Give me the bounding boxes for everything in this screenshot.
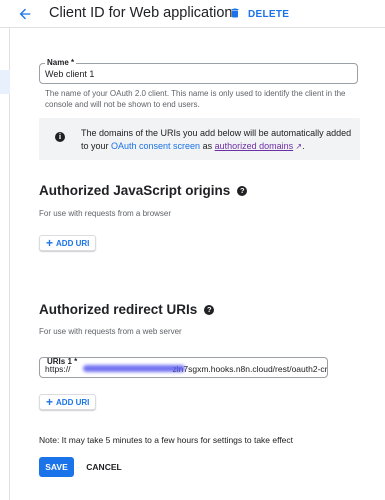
uri-prefix: https:// bbox=[45, 364, 71, 374]
name-input[interactable] bbox=[45, 69, 353, 79]
header: Client ID for Web application DELETE bbox=[0, 0, 385, 28]
redirect-uri-field[interactable]: URIs 1 * https://zln7sgxm.hooks.n8n.clou… bbox=[39, 357, 328, 378]
save-button[interactable]: SAVE bbox=[39, 457, 74, 477]
uri-suffix: zln7sgxm.hooks.n8n.cloud/rest/oauth2-cre… bbox=[172, 364, 328, 374]
sidebar-active-item[interactable] bbox=[0, 70, 10, 94]
settings-note: Note: It may take 5 minutes to a few hou… bbox=[39, 435, 294, 445]
plus-icon: + bbox=[46, 395, 54, 409]
info-icon: i bbox=[55, 132, 65, 142]
authorized-domains-link[interactable]: authorized domains bbox=[215, 141, 294, 151]
help-icon[interactable]: ? bbox=[204, 304, 215, 315]
add-redirect-uri-button[interactable]: + ADD URI bbox=[39, 394, 97, 410]
arrow-back-icon[interactable] bbox=[17, 6, 33, 22]
page-title: Client ID for Web application bbox=[49, 5, 233, 21]
delete-button[interactable]: DELETE bbox=[229, 4, 289, 24]
banner-text-after: . bbox=[302, 141, 305, 151]
redaction-scribble bbox=[83, 365, 185, 372]
name-helper-text: The name of your OAuth 2.0 client. This … bbox=[45, 89, 346, 109]
page: Client ID for Web application DELETE Nam… bbox=[0, 0, 385, 500]
name-field: Name * bbox=[39, 58, 358, 84]
redirect-uris-title: Authorized redirect URIs bbox=[39, 302, 198, 317]
js-origins-title-row: Authorized JavaScript origins ? bbox=[39, 183, 248, 198]
oauth-consent-screen-link[interactable]: OAuth consent screen bbox=[111, 141, 200, 151]
info-banner: i The domains of the URIs you add below … bbox=[39, 118, 360, 160]
sidebar bbox=[0, 28, 10, 500]
external-link-icon: ↗ bbox=[293, 142, 303, 151]
add-redirect-uri-label: ADD URI bbox=[56, 397, 90, 407]
help-icon[interactable]: ? bbox=[237, 185, 248, 196]
js-origins-subtitle: For use with requests from a browser bbox=[39, 209, 172, 218]
name-field-label: Name * bbox=[45, 58, 77, 67]
delete-label: DELETE bbox=[248, 8, 290, 20]
banner-text: The domains of the URIs you add below wi… bbox=[81, 127, 357, 153]
js-origins-title: Authorized JavaScript origins bbox=[39, 183, 231, 198]
add-js-origin-label: ADD URI bbox=[56, 238, 90, 248]
redirect-uris-subtitle: For use with requests from a web server bbox=[39, 327, 182, 336]
cancel-button[interactable]: CANCEL bbox=[82, 457, 126, 477]
trash-icon bbox=[229, 6, 241, 23]
banner-text-mid: as bbox=[200, 141, 215, 151]
plus-icon: + bbox=[46, 236, 54, 250]
redirect-uris-title-row: Authorized redirect URIs ? bbox=[39, 302, 215, 317]
add-js-origin-button[interactable]: + ADD URI bbox=[39, 235, 97, 251]
